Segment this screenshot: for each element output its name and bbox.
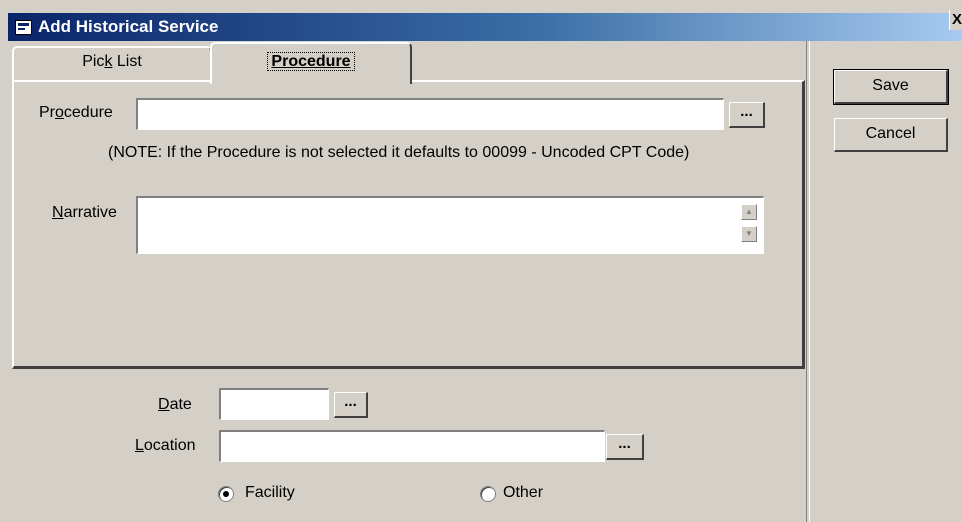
location-label: Location (135, 437, 196, 454)
facility-radio[interactable] (218, 486, 234, 502)
title-bar[interactable]: Add Historical Service X (8, 10, 962, 41)
procedure-note: (NOTE: If the Procedure is not selected … (108, 144, 690, 161)
scroll-up-icon[interactable]: ▲ (741, 204, 757, 220)
date-input[interactable] (219, 388, 329, 420)
location-input[interactable] (219, 430, 605, 462)
narrative-label: Narrative (52, 204, 117, 221)
narrative-textarea[interactable]: ▲ ▼ (136, 196, 764, 254)
date-label: Date (158, 396, 192, 413)
close-button[interactable]: X (949, 10, 962, 30)
add-historical-service-window: Add Historical Service X Pick List Proce… (0, 0, 962, 522)
procedure-label: Procedure (39, 104, 113, 121)
facility-radio-label[interactable]: Facility (245, 484, 295, 502)
date-browse-button[interactable]: ... (334, 392, 368, 418)
tab-pick-list[interactable]: Pick List (12, 46, 212, 80)
tab-procedure-label: Procedure (267, 52, 355, 71)
other-radio-label[interactable]: Other (503, 484, 543, 502)
scroll-down-icon[interactable]: ▼ (741, 226, 757, 242)
save-button[interactable]: Save (833, 69, 949, 105)
other-radio[interactable] (480, 486, 496, 502)
form-icon (15, 20, 32, 35)
procedure-browse-button[interactable]: ... (729, 102, 765, 128)
procedure-tab-panel: Procedure ... (NOTE: If the Procedure is… (12, 80, 805, 369)
tab-pick-list-label: Pick List (82, 53, 142, 70)
window-title: Add Historical Service (38, 17, 219, 36)
cancel-button[interactable]: Cancel (834, 118, 948, 152)
procedure-input[interactable] (136, 98, 724, 130)
side-divider (806, 41, 810, 522)
location-browse-button[interactable]: ... (606, 434, 644, 460)
tab-procedure[interactable]: Procedure (210, 42, 412, 84)
